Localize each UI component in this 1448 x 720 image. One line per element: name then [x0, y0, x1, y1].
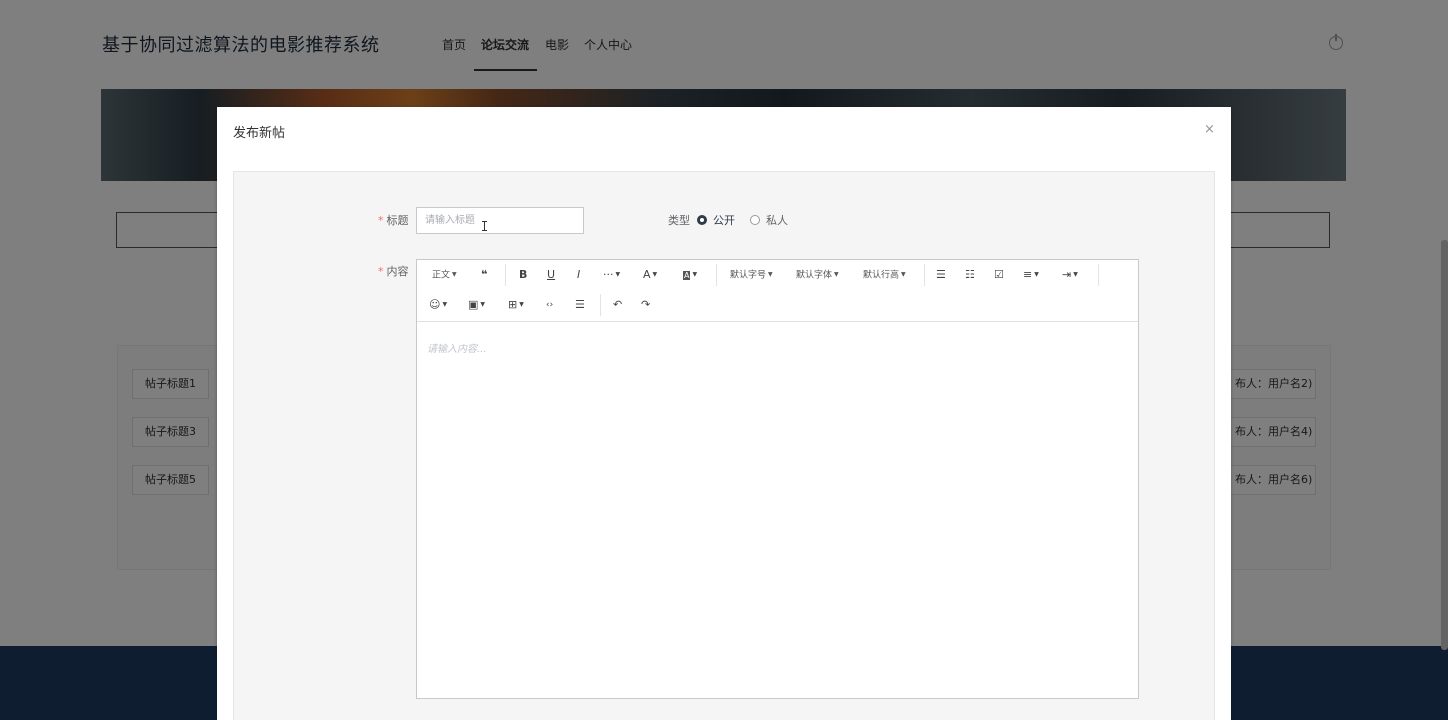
bold-icon[interactable]: B: [519, 268, 527, 282]
toolbar-divider: [505, 264, 506, 286]
toolbar-divider: [924, 264, 925, 286]
todo-icon[interactable]: ☑: [994, 268, 1004, 282]
paragraph-dropdown[interactable]: 正文 ▼: [432, 268, 457, 282]
editor-placeholder: 请输入内容...: [427, 344, 487, 355]
more-styles-icon[interactable]: ··· ▼: [603, 268, 620, 282]
toolbar-divider: [600, 294, 601, 316]
content-label: * 内容: [378, 265, 409, 278]
post-form: *标题 类型 公开 私人 *内容 正文▼ ❝ B U I ···▼ A▼: [233, 171, 1215, 720]
italic-icon[interactable]: I: [577, 268, 580, 282]
type-radio-public[interactable]: 公开: [697, 212, 735, 228]
align-icon[interactable]: ≡ ▼: [1023, 268, 1039, 282]
radio-unchecked-icon: [750, 215, 760, 225]
redo-icon[interactable]: ↷: [641, 298, 650, 312]
quote-icon[interactable]: ❝: [481, 268, 487, 282]
bullet-list-icon[interactable]: ☰: [936, 268, 946, 282]
emoji-icon[interactable]: ☺ ▼: [429, 298, 447, 312]
numbered-list-icon[interactable]: ☷: [965, 268, 975, 282]
image-icon[interactable]: ▣ ▼: [468, 298, 485, 312]
editor-content-area[interactable]: 请输入内容...: [417, 322, 1138, 698]
undo-icon[interactable]: ↶: [613, 298, 622, 312]
table-icon[interactable]: ⊞ ▼: [508, 298, 524, 312]
rich-text-editor: 正文 ▼ ❝ B U I ··· ▼ A ▼ A ▼ 默认字号 ▼ 默认字体 ▼ 默认行高 ▼…: [416, 259, 1139, 699]
toolbar-divider: [716, 264, 717, 286]
close-icon[interactable]: ×: [1204, 123, 1215, 137]
radio-checked-icon: [697, 215, 707, 225]
line-height-dropdown[interactable]: 默认行高 ▼: [863, 268, 906, 282]
font-color-icon[interactable]: A ▼: [643, 268, 657, 282]
title-label: * 标题: [378, 214, 409, 227]
title-input[interactable]: [416, 207, 584, 234]
indent-icon[interactable]: ⇥ ▼: [1062, 268, 1078, 282]
font-family-dropdown[interactable]: 默认字体 ▼: [796, 268, 839, 282]
dialog-title: 发布新帖: [233, 126, 286, 141]
background-color-icon[interactable]: A ▼: [683, 268, 697, 282]
type-radio-private[interactable]: 私人: [750, 212, 788, 228]
text-cursor-icon: [482, 221, 487, 231]
code-icon[interactable]: ‹›: [546, 298, 553, 312]
editor-toolbar: 正文 ▼ ❝ B U I ··· ▼ A ▼ A ▼ 默认字号 ▼ 默认字体 ▼ 默认行高 ▼…: [417, 260, 1138, 322]
toolbar-divider: [1098, 264, 1099, 286]
divider-icon[interactable]: ☰: [575, 298, 585, 312]
underline-icon[interactable]: U: [547, 268, 555, 282]
type-label: 类型: [668, 214, 690, 227]
font-size-dropdown[interactable]: 默认字号 ▼: [730, 268, 773, 282]
new-post-dialog: 发布新帖 × *标题 类型 公开 私人 *内容 正文▼ ❝ B U I: [217, 107, 1231, 720]
